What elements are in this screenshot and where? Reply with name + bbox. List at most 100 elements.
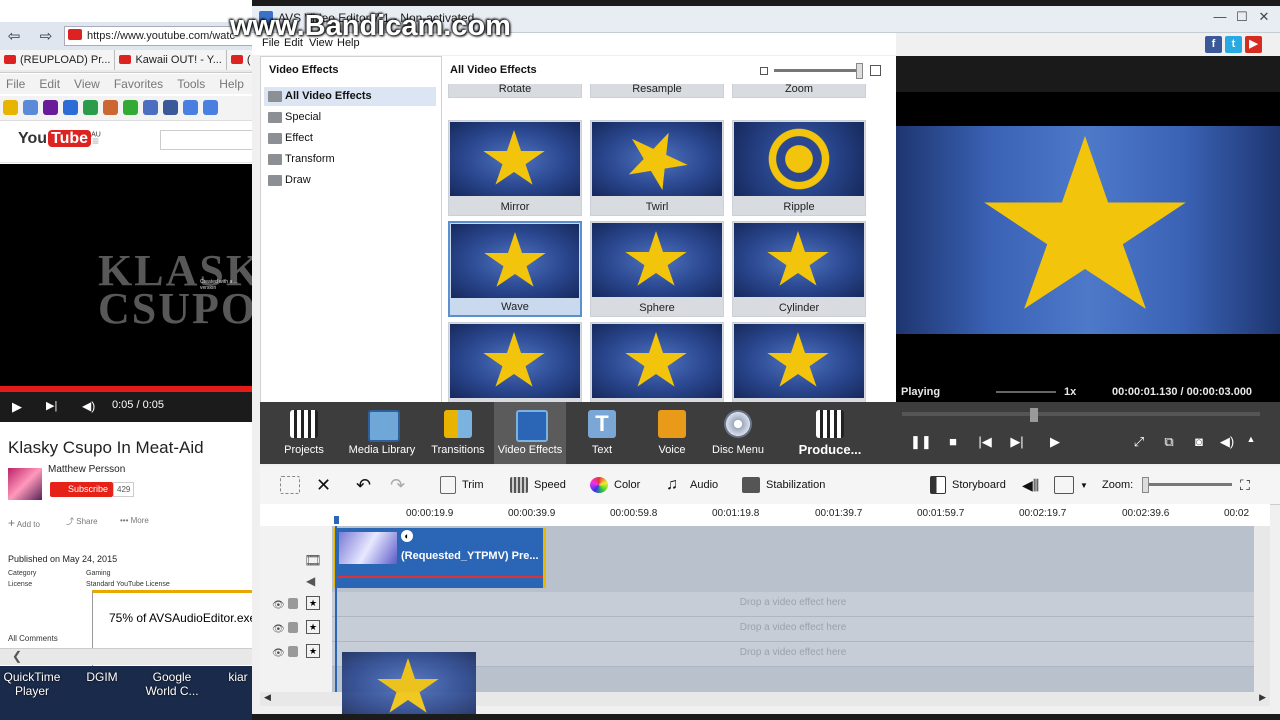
desktop-icon-quicktime[interactable]: QuickTime Player — [2, 670, 62, 698]
browser-tab[interactable]: ( — [226, 50, 252, 70]
eye-icon[interactable]: 👁 — [272, 600, 286, 611]
delete-button[interactable]: ✕ — [316, 466, 331, 504]
next-frame-icon[interactable]: ▶| — [1008, 434, 1026, 450]
all-comments-link[interactable]: All Comments — [8, 634, 58, 643]
facebook-icon[interactable] — [163, 100, 178, 115]
youtube-icon[interactable]: ▶ — [1245, 36, 1262, 53]
seek-bar-handle[interactable] — [1030, 408, 1038, 422]
favorite-icon[interactable] — [103, 100, 118, 115]
volume-dropdown-icon[interactable]: ▲ — [1242, 434, 1260, 444]
browser-menu-edit[interactable]: Edit — [39, 77, 60, 91]
browser-menu-view[interactable]: View — [74, 77, 100, 91]
eye-icon[interactable]: 👁 — [272, 624, 286, 635]
timeline-clip[interactable]: ◐ (Requested_YTPMV) Pre... — [334, 528, 546, 588]
display-mode-button[interactable]: ▼ — [1054, 466, 1088, 504]
effect-tile-cylinder[interactable]: Cylinder — [732, 221, 866, 317]
effect-track[interactable]: Drop a video effect here — [332, 592, 1254, 617]
transitions-button[interactable]: Transitions — [422, 402, 494, 464]
subscribe-button[interactable]: Subscribe — [50, 482, 114, 497]
playhead-marker-icon[interactable] — [334, 516, 339, 524]
effect-tile-zoom[interactable]: Zoom — [732, 84, 866, 98]
favorite-icon[interactable] — [123, 100, 138, 115]
facebook-icon[interactable]: f — [1205, 36, 1222, 53]
channel-name[interactable]: Matthew Persson — [48, 464, 125, 475]
redo-button[interactable]: ↷ — [390, 466, 405, 504]
effect-tile-wave[interactable]: Wave — [448, 221, 582, 317]
browser-menu-favorites[interactable]: Favorites — [114, 77, 163, 91]
favorite-icon[interactable] — [83, 100, 98, 115]
dragged-effect-thumbnail[interactable] — [342, 652, 476, 714]
snapshot-icon[interactable]: ◙ — [1190, 434, 1208, 449]
video-track[interactable]: ◐ (Requested_YTPMV) Pre... — [332, 526, 1254, 593]
frame-step-icon[interactable]: ▶ — [1046, 434, 1064, 450]
seek-bar[interactable] — [902, 412, 1260, 416]
category-value[interactable]: Gaming — [86, 570, 111, 577]
effect-tile-ripple[interactable]: Ripple — [732, 120, 866, 216]
storyboard-button[interactable]: Storyboard — [930, 466, 1006, 504]
effect-tile-sphere[interactable]: Sphere — [590, 221, 724, 317]
next-icon[interactable]: ▶| — [46, 399, 57, 412]
tree-item-all-video-effects[interactable]: All Video Effects — [264, 87, 436, 106]
stabilization-button[interactable]: Stabilization — [742, 466, 825, 504]
close-icon[interactable]: ✕ — [1256, 10, 1272, 24]
pause-icon[interactable]: ❚❚ — [910, 434, 932, 450]
desktop-icon-dgim[interactable]: DGIM — [80, 670, 124, 684]
scroll-right-icon[interactable]: ▶ — [1259, 692, 1266, 703]
previous-frame-icon[interactable]: |◀ — [976, 434, 994, 450]
forward-icon[interactable]: ⇨ — [36, 27, 56, 45]
speed-slider[interactable] — [996, 391, 1056, 393]
effect-tile[interactable] — [448, 322, 582, 402]
speed-button[interactable]: Speed — [510, 466, 566, 504]
undo-button[interactable]: ↶ — [356, 466, 371, 504]
minimize-icon[interactable]: — — [1212, 10, 1228, 24]
favorite-icon[interactable] — [23, 100, 38, 115]
disc-menu-button[interactable]: Disc Menu — [702, 402, 774, 464]
video-effects-button[interactable]: Video Effects — [494, 402, 566, 464]
stop-icon[interactable]: ■ — [944, 434, 962, 449]
scroll-left-icon[interactable]: ◀ — [264, 692, 271, 703]
star-icon[interactable] — [3, 100, 18, 115]
lock-icon[interactable] — [288, 598, 298, 609]
guide-menu-icon[interactable]: ≡ — [92, 134, 99, 148]
fit-timeline-button[interactable]: ⛶ — [1240, 466, 1250, 504]
timeline-zoom-slider[interactable] — [1146, 483, 1232, 486]
audio-button[interactable]: ♫ Audio — [666, 466, 718, 504]
thumb-size-slider-handle[interactable] — [856, 63, 863, 79]
effect-tile-resample[interactable]: Resample — [590, 84, 724, 98]
back-icon[interactable]: ⇦ — [4, 27, 24, 45]
lock-icon[interactable] — [288, 646, 298, 657]
detach-preview-icon[interactable]: ⧉ — [1160, 434, 1178, 450]
horizontal-scrollbar[interactable]: ❮ — [0, 648, 252, 665]
color-button[interactable]: Color — [590, 466, 640, 504]
avatar[interactable] — [8, 468, 42, 500]
browser-menu-file[interactable]: File — [6, 77, 25, 91]
audio-mixer-button[interactable]: ◀⫼ — [1022, 466, 1039, 504]
more-button[interactable]: ••• More — [120, 516, 149, 525]
thumb-size-slider[interactable] — [774, 69, 860, 72]
fullscreen-icon[interactable]: ⤢ — [1130, 434, 1148, 450]
preview-video-frame[interactable] — [896, 126, 1280, 334]
thumb-size-small-icon[interactable] — [760, 67, 768, 75]
effect-tile-rotate[interactable]: Rotate — [448, 84, 582, 98]
projects-button[interactable]: Projects — [268, 402, 340, 464]
youtube-video-player[interactable]: KLASKY CSUPO Created with a ... version — [0, 164, 252, 390]
favorite-icon[interactable] — [63, 100, 78, 115]
playhead[interactable] — [335, 526, 337, 692]
chevron-left-icon[interactable]: ❮ — [12, 649, 22, 663]
split-button[interactable] — [280, 466, 306, 504]
maximize-icon[interactable]: ☐ — [1234, 10, 1250, 24]
play-icon[interactable]: ▶ — [12, 399, 22, 415]
google-icon[interactable] — [203, 100, 218, 115]
text-button[interactable]: T Text — [566, 402, 638, 464]
yahoo-icon[interactable] — [43, 100, 58, 115]
youtube-search-input[interactable] — [160, 130, 252, 150]
tree-item-special[interactable]: Special — [264, 108, 436, 127]
browser-menu-tools[interactable]: Tools — [177, 77, 205, 91]
lock-icon[interactable] — [288, 622, 298, 633]
url-input[interactable]: https://www.youtube.com/watc — [64, 26, 252, 46]
favorite-icon[interactable] — [143, 100, 158, 115]
voice-button[interactable]: Voice — [636, 402, 708, 464]
timeline-ruler[interactable]: 00:00:19.9 00:00:39.9 00:00:59.8 00:01:1… — [260, 504, 1270, 527]
timeline-vertical-scrollbar[interactable] — [1254, 526, 1270, 692]
thumb-size-large-icon[interactable] — [870, 65, 881, 76]
